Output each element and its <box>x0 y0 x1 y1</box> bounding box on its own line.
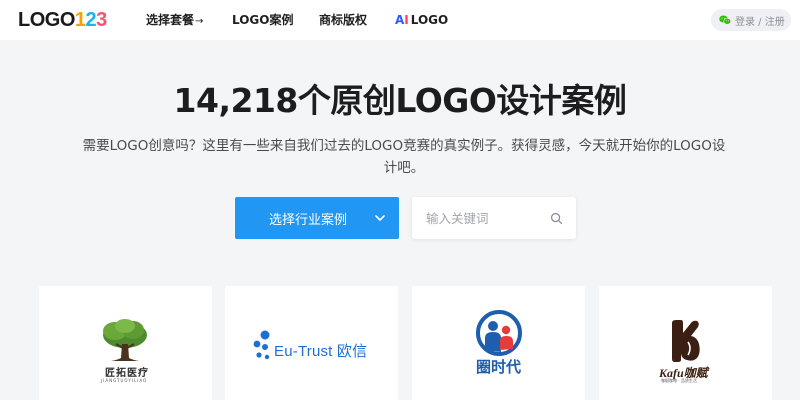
nav-item-label: 选择套餐 <box>146 13 195 27</box>
logo-digit-1: 1 <box>74 9 86 31</box>
ai-badge-letter-a: A <box>395 13 405 27</box>
logo-digit-3: 3 <box>96 9 107 31</box>
tree-logo-icon <box>103 319 147 361</box>
nav-item-select-package[interactable]: 选择套餐→ <box>146 12 203 30</box>
case-card[interactable]: 匠拓医疗 JIANGTUOYILIAO <box>39 286 212 400</box>
keyword-search-box <box>412 197 576 239</box>
logo-word: LOGO <box>18 9 75 31</box>
nav-item-logo-cases[interactable]: LOGO案例 <box>232 12 293 28</box>
people-circle-logo-icon <box>476 310 522 356</box>
nav-item-trademark[interactable]: 商标版权 <box>319 12 367 28</box>
coffee-bean-logo-icon <box>672 320 700 362</box>
case-logo-subtitle: JIANGTUOYILIAO <box>101 378 148 383</box>
nav-item-ai-logo[interactable]: AI LOGO <box>395 12 448 28</box>
login-register-button[interactable]: 登录 / 注册 <box>711 9 791 31</box>
login-register-label: 登录 / 注册 <box>735 16 785 28</box>
case-logo-subtitle: 咖赋咖啡 · 品质生活 <box>661 378 697 383</box>
ai-badge-letter-i: I <box>404 13 409 27</box>
nav-item-label: LOGO <box>410 13 449 27</box>
case-logo-name: 圈时代 <box>476 358 522 376</box>
case-logo-name: Eu-Trust 欧信 <box>274 343 368 360</box>
keyword-search-input[interactable] <box>412 197 542 239</box>
chevron-down-icon <box>375 215 385 221</box>
industry-select-label: 选择行业案例 <box>268 212 347 228</box>
case-logo-name: 匠拓医疗 <box>105 368 149 379</box>
case-card[interactable]: 圈时代 <box>412 286 585 400</box>
wechat-icon <box>719 15 731 25</box>
site-logo[interactable]: LOGO123 <box>18 9 107 31</box>
search-icon[interactable] <box>550 212 563 225</box>
nav-item-label: LOGO案例 <box>232 13 294 27</box>
case-card[interactable]: Eu-Trust 欧信 <box>225 286 398 400</box>
nav-item-label: 商标版权 <box>319 13 368 27</box>
industry-select-button[interactable]: 选择行业案例 <box>235 197 399 239</box>
logo-digit-2: 2 <box>85 9 97 31</box>
arrow-right-icon: → <box>195 16 204 27</box>
top-navigation-bar: LOGO123 选择套餐→ LOGO案例 商标版权 AI LOGO 登录 / 注册 <box>0 0 800 40</box>
page-description: 需要LOGO创意吗？这里有一些来自我们过去的LOGO竞赛的真实例子。获得灵感，今… <box>82 138 726 176</box>
case-card[interactable]: Kafu咖赋 咖赋咖啡 · 品质生活 <box>599 286 772 400</box>
page-title: 14,218个原创LOGO设计案例 <box>173 81 627 120</box>
ai-badge-icon: AI <box>395 13 409 27</box>
